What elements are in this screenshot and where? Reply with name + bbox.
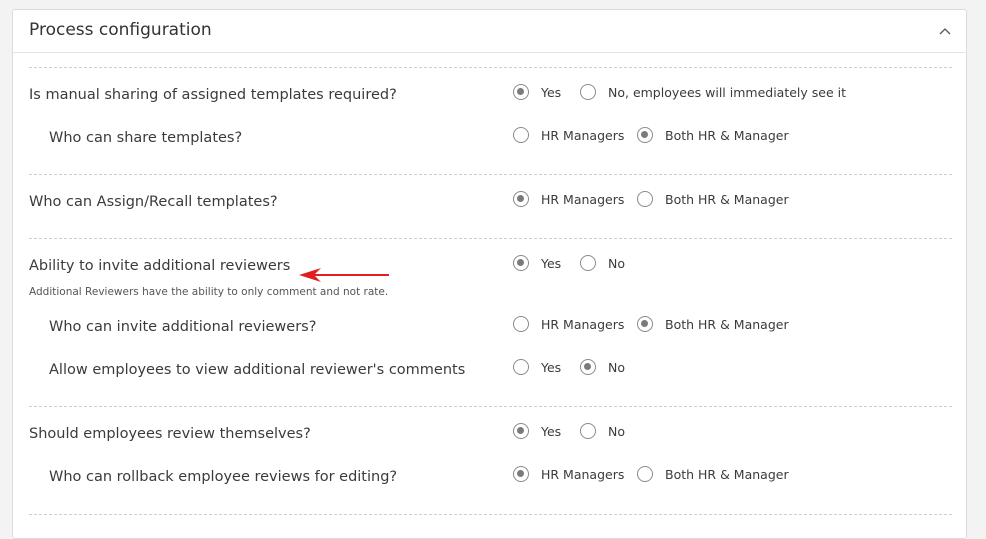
radio-button[interactable] — [580, 423, 596, 439]
radio-button[interactable] — [513, 316, 529, 332]
setting-question: Who can rollback employee reviews for ed… — [49, 469, 398, 485]
radio-button[interactable] — [580, 255, 596, 271]
radio-button[interactable] — [513, 191, 529, 207]
radio-option-yes[interactable]: Yes — [513, 359, 561, 375]
radio-label: Yes — [541, 359, 562, 375]
radio-button[interactable] — [513, 466, 529, 482]
chevron-up-icon[interactable] — [936, 22, 954, 40]
radio-button[interactable] — [513, 359, 529, 375]
radio-option-hr-managers[interactable]: HR Managers — [513, 191, 624, 207]
radio-button[interactable] — [637, 316, 653, 332]
radio-option-no[interactable]: No, employees will immediately see it — [580, 84, 846, 100]
radio-button[interactable] — [513, 84, 529, 100]
radio-option-both[interactable]: Both HR & Manager — [637, 191, 789, 207]
radio-label: No — [608, 255, 625, 271]
radio-option-both[interactable]: Both HR & Manager — [637, 466, 789, 482]
setting-hint: Additional Reviewers have the ability to… — [29, 286, 389, 298]
radio-option-no[interactable]: No — [580, 359, 625, 375]
radio-button[interactable] — [637, 191, 653, 207]
setting-question: Should employees review themselves? — [29, 426, 311, 442]
setting-question: Is manual sharing of assigned templates … — [29, 87, 397, 103]
radio-button[interactable] — [513, 127, 529, 143]
radio-label: Both HR & Manager — [665, 191, 789, 207]
radio-option-hr-managers[interactable]: HR Managers — [513, 127, 624, 143]
panel-header[interactable]: Process configuration — [13, 10, 966, 53]
setting-question: Who can share templates? — [49, 130, 243, 146]
radio-option-hr-managers[interactable]: HR Managers — [513, 316, 624, 332]
radio-label: Both HR & Manager — [665, 316, 789, 332]
radio-label: No — [608, 423, 625, 439]
process-configuration-panel: Process configuration Is manual sharing … — [12, 9, 967, 539]
radio-label: HR Managers — [541, 466, 625, 482]
radio-option-yes[interactable]: Yes — [513, 423, 561, 439]
setting-question: Ability to invite additional reviewers — [29, 258, 291, 274]
radio-option-both[interactable]: Both HR & Manager — [637, 316, 789, 332]
section-divider — [29, 514, 952, 515]
radio-button[interactable] — [513, 255, 529, 271]
radio-option-yes[interactable]: Yes — [513, 255, 561, 271]
section-divider — [29, 67, 952, 68]
section-divider — [29, 238, 952, 239]
radio-label: Both HR & Manager — [665, 466, 789, 482]
radio-button[interactable] — [580, 359, 596, 375]
setting-question: Who can Assign/Recall templates? — [29, 194, 278, 210]
section-divider — [29, 174, 952, 175]
radio-label: No — [608, 359, 625, 375]
radio-option-yes[interactable]: Yes — [513, 84, 561, 100]
radio-label: No, employees will immediately see it — [608, 84, 847, 100]
radio-button[interactable] — [580, 84, 596, 100]
radio-button[interactable] — [637, 466, 653, 482]
radio-option-no[interactable]: No — [580, 423, 625, 439]
radio-option-no[interactable]: No — [580, 255, 625, 271]
radio-label: HR Managers — [541, 191, 625, 207]
radio-label: HR Managers — [541, 127, 625, 143]
radio-label: Yes — [541, 255, 562, 271]
radio-label: Yes — [541, 423, 562, 439]
radio-button[interactable] — [513, 423, 529, 439]
radio-option-both[interactable]: Both HR & Manager — [637, 127, 789, 143]
radio-label: HR Managers — [541, 316, 625, 332]
section-divider — [29, 406, 952, 407]
radio-option-hr-managers[interactable]: HR Managers — [513, 466, 624, 482]
setting-question: Allow employees to view additional revie… — [49, 362, 466, 378]
setting-question: Who can invite additional reviewers? — [49, 319, 317, 335]
panel-title: Process configuration — [29, 20, 212, 40]
red-arrow-icon — [299, 267, 391, 286]
radio-label: Yes — [541, 84, 562, 100]
radio-label: Both HR & Manager — [665, 127, 789, 143]
radio-button[interactable] — [637, 127, 653, 143]
